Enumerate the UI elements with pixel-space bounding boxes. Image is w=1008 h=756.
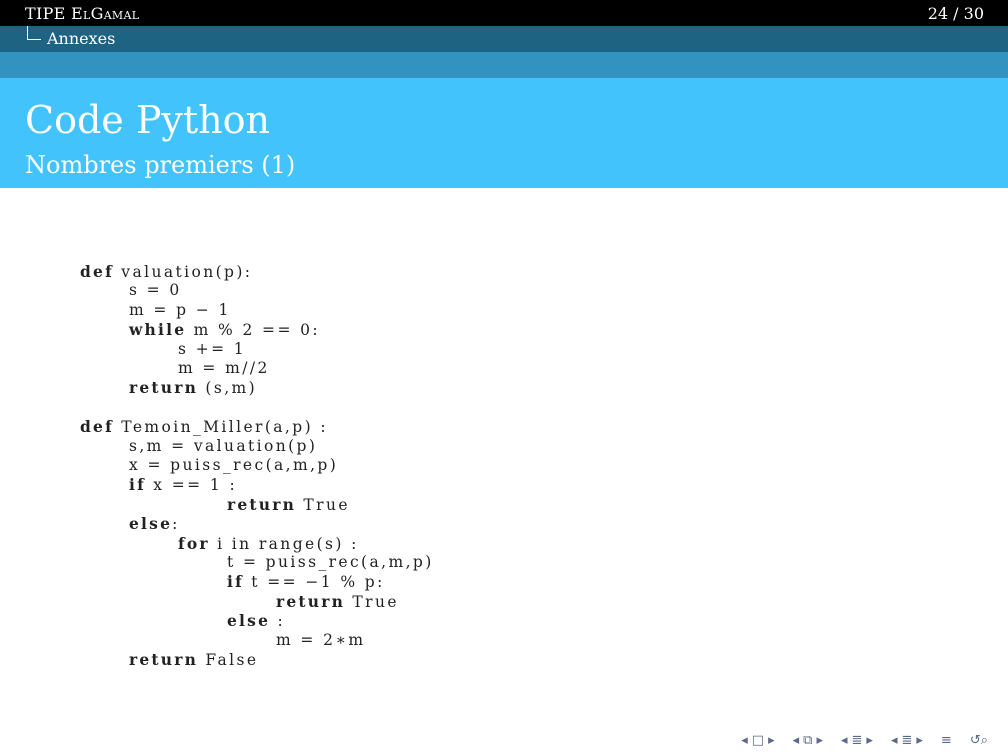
code-text: x = puiss_rec(a,m,p) [129,456,339,474]
nav-prev-frame-icon[interactable]: ◂ [739,733,750,748]
code-text: True [296,495,350,514]
nav-next-part-icon[interactable]: ▸ [914,733,925,748]
code-line: s += 1 [178,340,246,359]
code-text: s,m = valuation(p) [129,436,318,455]
nav-prev-part-icon[interactable]: ◂ [889,733,900,748]
nav-align-icon[interactable]: ≡ [939,733,954,748]
code-keyword: while [129,320,187,340]
code-line: def Temoin_Miller(a,p) : [80,417,328,437]
code-text: x == 1 : [145,476,238,495]
code-line: s = 0 [129,281,182,300]
header-bar: TIPE ElGamal 24 / 30 [0,0,1008,26]
code-keyword: else [227,611,271,631]
code-line: m = 2∗m [276,631,365,650]
frame-subtitle: Nombres premiers (1) [25,151,296,179]
nav-next-subsection-icon[interactable]: ▸ [814,733,825,748]
nav-search-icon[interactable]: ↺⌕ [968,733,990,748]
section-label: Annexes [47,29,116,48]
code-keyword: def [80,417,114,437]
code-text: (s,m) [198,379,258,398]
nav-prev-subsection-icon[interactable]: ◂ [791,733,802,748]
code-line: x = puiss_rec(a,m,p) [129,456,338,475]
nav-next-section-icon[interactable]: ▸ [864,733,875,748]
frame-title: Code Python [25,98,270,142]
code-line: def valuation(p): [80,262,252,282]
code-line: if x == 1 : [129,475,237,495]
code-line: if t == −1 % p: [227,572,385,592]
nav-frame-icon[interactable]: □ [750,733,766,748]
presentation-title: TIPE ElGamal [25,4,140,23]
frame-header: Code Python Nombres premiers (1) [0,78,1008,188]
code-keyword: return [276,591,346,611]
code-text: t = puiss_rec(a,m,p) [227,553,434,571]
code-line: s,m = valuation(p) [129,437,317,456]
section-tree-icon [27,26,41,40]
code-text: s = 0 [129,281,182,300]
code-text: : [172,515,180,534]
code-text: valuation(p): [113,263,253,281]
code-text: s += 1 [178,339,247,358]
code-keyword: if [227,572,244,592]
code-text: False [198,651,259,669]
code-line: return False [129,650,258,670]
code-text: m = 2∗m [276,630,366,649]
code-line: return (s,m) [129,378,257,398]
nav-subsection-icon[interactable]: ⧉ [801,733,814,748]
code-line: return True [276,592,399,612]
nav-section-icon[interactable]: ≣ [850,733,865,748]
code-keyword: else [129,514,173,534]
code-keyword: for [178,533,210,553]
code-line: while m % 2 == 0: [129,320,320,340]
code-keyword: return [129,378,199,398]
code-line: else : [227,611,285,631]
code-text: Temoin_Miller(a,p) : [113,418,328,437]
nav-part-icon[interactable]: ≣ [899,733,914,748]
code-line: return True [227,495,350,515]
code-text: True [345,592,399,611]
code-line: t = puiss_rec(a,m,p) [227,553,434,572]
code-text: m = p − 1 [129,300,231,319]
code-text: t == −1 % p: [243,573,385,592]
code-text: i in range(s) : [209,534,359,553]
code-line: m = p − 1 [129,301,231,320]
code-line: for i in range(s) : [178,534,359,554]
nav-prev-section-icon[interactable]: ◂ [839,733,850,748]
section-bar: Annexes [0,26,1008,52]
header-strip [0,52,1008,78]
code-line: m = m//2 [178,359,270,378]
code-keyword: if [129,475,146,495]
nav-next-frame-icon[interactable]: ▸ [766,733,777,748]
page-counter: 24 / 30 [927,4,984,23]
code-keyword: return [129,650,199,669]
code-keyword: def [80,262,114,281]
code-keyword: return [227,494,297,514]
navigation-bar: ◂ □ ▸ ◂ ⧉ ▸ ◂ ≣ ▸ ◂ ≣ ▸ ≡ ↺⌕ [739,730,990,750]
code-line: else: [129,514,180,534]
code-text: : [270,612,286,631]
code-text: m % 2 == 0: [186,321,321,340]
code-text: m = m//2 [178,359,270,377]
code-block: def valuation(p): s = 0m = p − 1 while m %… [80,262,680,682]
